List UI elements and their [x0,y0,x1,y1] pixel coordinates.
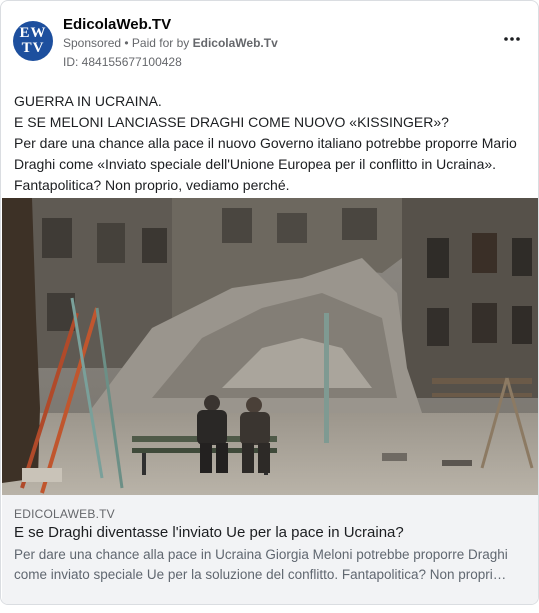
ad-body-text: GUERRA IN UCRAINA. E SE MELONI LANCIASSE… [14,91,524,196]
ad-card: EW TV EdicolaWeb.TV Sponsored • Paid for… [0,0,539,605]
page-name-link[interactable]: EdicolaWeb.TV [63,16,171,33]
paid-for-by: EdicolaWeb.Tv [192,36,278,50]
page-avatar[interactable]: EW TV [13,21,53,61]
body-line-2: E SE MELONI LANCIASSE DRAGHI COME NUOVO … [14,114,449,130]
link-headline[interactable]: E se Draghi diventasse l'inviato Ue per … [14,524,404,541]
more-options-button[interactable] [498,29,526,49]
war-ruins-photo [2,198,538,495]
body-line-3: Per dare una chance alla pace il nuovo G… [14,135,521,193]
avatar-line-2: TV [21,40,45,56]
link-description: Per dare una chance alla pace in Ucraina… [14,547,508,582]
more-horizontal-icon [504,37,520,41]
sponsored-meta: Sponsored • Paid for by EdicolaWeb.Tv [63,36,278,50]
sponsored-label: Sponsored [63,36,122,50]
paid-for-prefix: Paid for by [131,36,193,50]
body-line-1: GUERRA IN UCRAINA. [14,93,162,109]
meta-separator: • [121,36,132,50]
ad-image[interactable] [2,198,538,495]
link-preview[interactable]: EDICOLAWEB.TV E se Draghi diventasse l'i… [2,495,538,604]
link-domain: EDICOLAWEB.TV [14,507,115,521]
ad-id: ID: 484155677100428 [63,55,182,69]
avatar-line-1: EW [19,25,47,41]
ad-header: EW TV EdicolaWeb.TV Sponsored • Paid for… [13,13,526,73]
